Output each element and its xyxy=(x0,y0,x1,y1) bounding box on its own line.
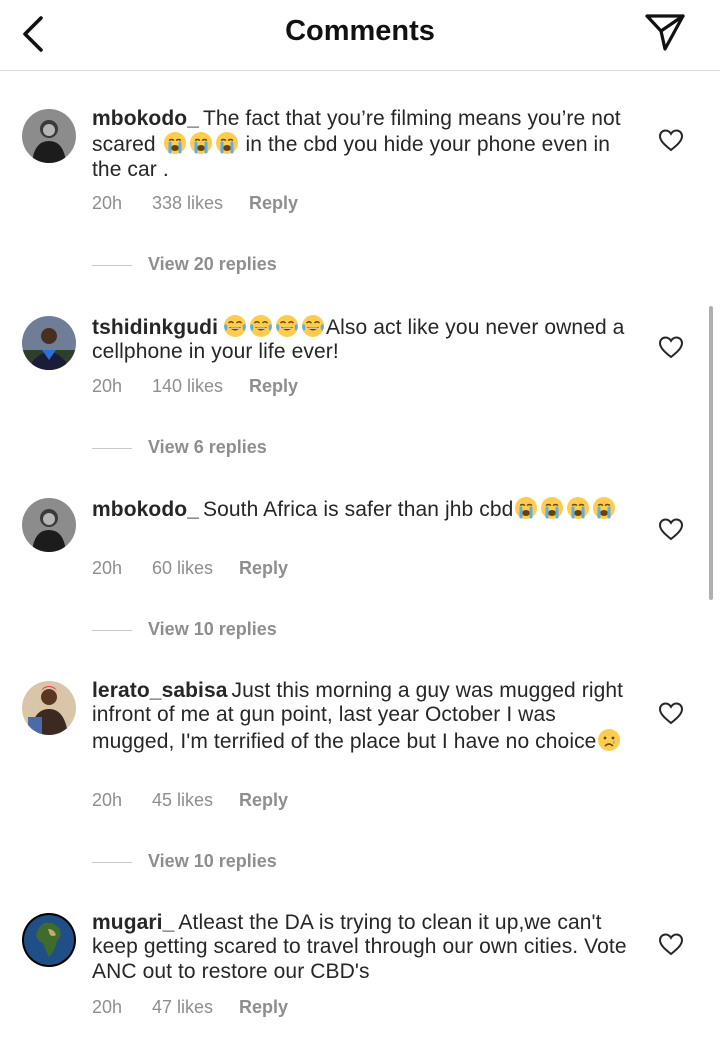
comment-text: lerato_sabisa Just this morning a guy was… xyxy=(92,679,624,753)
reply-button[interactable]: Reply xyxy=(249,376,298,397)
sad-tear-emoji-icon xyxy=(597,728,621,752)
comment-time: 20h xyxy=(92,790,123,810)
view-replies-button[interactable]: View 20 replies xyxy=(92,254,277,275)
divider-line xyxy=(92,629,132,631)
comment-username[interactable]: mbokodo_ xyxy=(92,107,199,130)
avatar[interactable] xyxy=(22,109,76,163)
view-replies-button[interactable]: View 10 replies xyxy=(92,851,277,872)
user-photo xyxy=(22,498,76,552)
comment-meta: 20h 45 likes Reply xyxy=(92,790,288,811)
top-bar: Comments xyxy=(0,0,720,71)
comment-text: mbokodo_ The fact that you’re filming mea… xyxy=(92,107,621,181)
comment-likes[interactable]: 47 likes xyxy=(152,997,213,1018)
user-photo xyxy=(22,316,76,370)
paper-plane-icon xyxy=(645,14,685,51)
comment-likes[interactable]: 45 likes xyxy=(152,790,213,811)
comment-meta: 20h 338 likes Reply xyxy=(92,193,298,214)
comment-time: 20h xyxy=(92,193,123,213)
like-heart-icon[interactable] xyxy=(658,701,684,725)
laughing-tears-emoji-icon xyxy=(301,314,325,338)
comment-username[interactable]: tshidinkgudi xyxy=(92,316,218,339)
comment-meta: 20h 60 likes Reply xyxy=(92,558,288,579)
comment-text: mbokodo_ South Africa is safer than jhb c… xyxy=(92,496,632,522)
user-photo xyxy=(22,681,76,735)
crying-emoji-icon xyxy=(189,131,213,155)
view-replies-button[interactable]: View 6 replies xyxy=(92,437,267,458)
comment-likes[interactable]: 140 likes xyxy=(152,376,223,397)
laughing-tears-emoji-icon xyxy=(249,314,273,338)
scrollbar[interactable] xyxy=(709,306,713,600)
comment-time: 20h xyxy=(92,997,123,1017)
avatar[interactable] xyxy=(22,316,76,370)
like-heart-icon[interactable] xyxy=(658,128,684,152)
reply-button[interactable]: Reply xyxy=(249,193,298,214)
page-title: Comments xyxy=(285,15,435,47)
avatar[interactable] xyxy=(22,681,76,735)
comment-likes[interactable]: 338 likes xyxy=(152,193,223,214)
user-photo xyxy=(22,109,76,163)
comment-username[interactable]: mugari_ xyxy=(92,911,174,934)
comment-time: 20h xyxy=(92,558,123,578)
crying-emoji-icon xyxy=(592,496,616,520)
comment-time: 20h xyxy=(92,376,123,396)
crying-emoji-icon xyxy=(514,496,538,520)
comment-username[interactable]: lerato_sabisa xyxy=(92,679,228,702)
laughing-tears-emoji-icon xyxy=(223,314,247,338)
comment-username[interactable]: mbokodo_ xyxy=(92,498,199,521)
like-heart-icon[interactable] xyxy=(658,932,684,956)
comment-text: tshidinkgudi Also act like you never owne… xyxy=(92,314,625,364)
crying-emoji-icon xyxy=(215,131,239,155)
avatar[interactable] xyxy=(22,913,76,967)
divider-line xyxy=(92,264,132,266)
comment-meta: 20h 47 likes Reply xyxy=(92,997,288,1018)
divider-line xyxy=(92,861,132,863)
avatar[interactable] xyxy=(22,498,76,552)
divider-line xyxy=(92,447,132,449)
crying-emoji-icon xyxy=(566,496,590,520)
comment-likes[interactable]: 60 likes xyxy=(152,558,213,579)
crying-emoji-icon xyxy=(163,131,187,155)
crying-emoji-icon xyxy=(540,496,564,520)
reply-button[interactable]: Reply xyxy=(239,790,288,811)
comment-meta: 20h 140 likes Reply xyxy=(92,376,298,397)
like-heart-icon[interactable] xyxy=(658,517,684,541)
view-replies-button[interactable]: View 10 replies xyxy=(92,619,277,640)
reply-button[interactable]: Reply xyxy=(239,997,288,1018)
reply-button[interactable]: Reply xyxy=(239,558,288,579)
laughing-tears-emoji-icon xyxy=(275,314,299,338)
like-heart-icon[interactable] xyxy=(658,335,684,359)
globe-avatar xyxy=(22,913,76,967)
comment-text: mugari_ Atleast the DA is trying to clean… xyxy=(92,911,627,983)
share-button[interactable] xyxy=(643,12,687,52)
